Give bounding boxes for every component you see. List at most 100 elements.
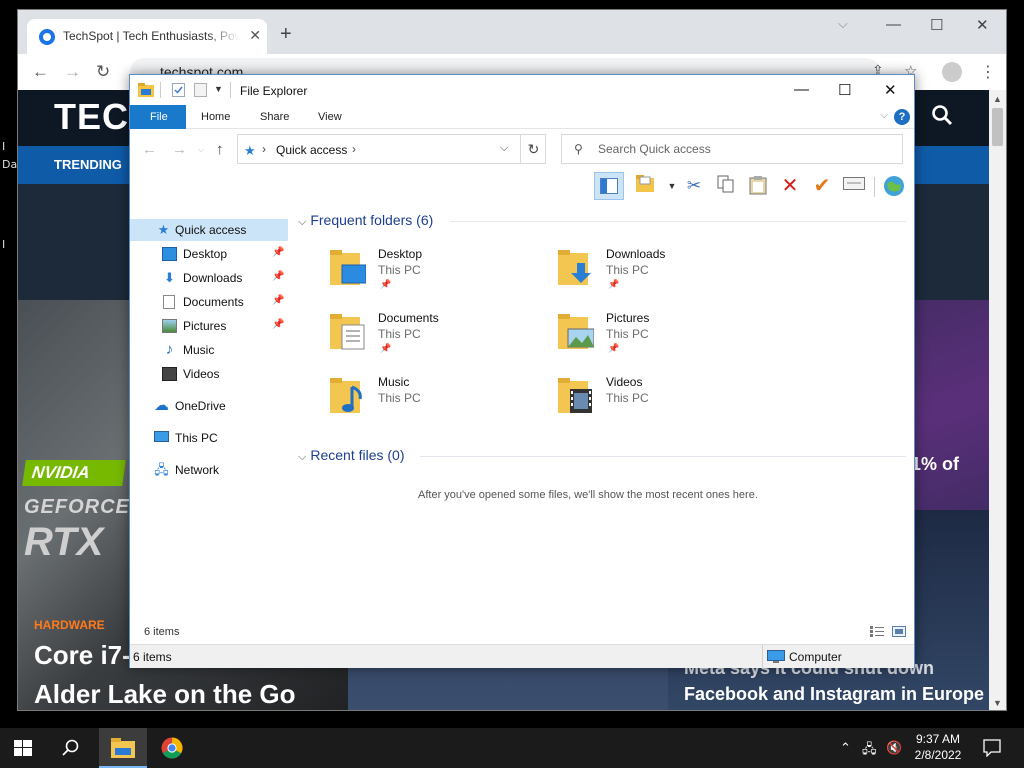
folder-tile-desktop[interactable]: Desktop This PC 📌: [330, 245, 550, 301]
frequent-folders-header[interactable]: ⌵ Frequent folders (6): [298, 212, 433, 229]
tab-view[interactable]: View: [318, 111, 342, 123]
close-window-icon[interactable]: ✕: [976, 16, 989, 34]
site-search-icon[interactable]: [931, 104, 953, 126]
minimize-icon[interactable]: —: [886, 16, 901, 33]
new-folder-icon[interactable]: [194, 83, 207, 97]
sidebar-item-quick-access[interactable]: ★ Quick access: [130, 219, 288, 241]
address-dropdown-icon[interactable]: ⌵: [500, 142, 508, 155]
new-item-icon[interactable]: [634, 175, 658, 197]
page-scrollbar[interactable]: ▲ ▼: [989, 90, 1006, 710]
folder-tile-documents[interactable]: Documents This PC 📌: [330, 309, 550, 365]
windows-start-icon[interactable]: [14, 740, 32, 756]
sidebar-item-label: Downloads: [183, 271, 243, 285]
recent-files-header[interactable]: ⌵ Recent files (0): [298, 447, 405, 464]
videos-folder-icon: [558, 378, 592, 413]
recent-locations-icon[interactable]: ⌵: [198, 145, 204, 155]
article-headline-right-line2[interactable]: Facebook and Instagram in Europe: [684, 684, 984, 705]
nav-item-trending[interactable]: TRENDING: [54, 157, 122, 172]
sidebar-item-pictures[interactable]: Pictures 📌: [130, 315, 288, 337]
folder-tile-pictures[interactable]: Pictures This PC 📌: [558, 309, 778, 365]
paste-icon[interactable]: [746, 175, 770, 197]
tab-file[interactable]: File: [130, 105, 186, 129]
search-icon[interactable]: [62, 739, 80, 757]
new-item-dropdown-icon[interactable]: ▼: [660, 175, 684, 197]
pin-icon: 📌: [608, 343, 620, 353]
close-icon[interactable]: ✕: [884, 81, 897, 99]
show-hidden-icons-chevron-icon[interactable]: ⌃: [840, 740, 851, 756]
collapse-chevron-icon[interactable]: ⌵: [298, 216, 306, 228]
reload-icon[interactable]: ↻: [96, 62, 110, 82]
menu-dots-icon[interactable]: ⋮: [980, 62, 996, 82]
taskbar-chrome[interactable]: [150, 728, 194, 768]
explorer-titlebar[interactable]: ▼ File Explorer — ☐ ✕: [130, 75, 914, 105]
sidebar-item-videos[interactable]: Videos: [130, 363, 288, 385]
breadcrumb-chevron-icon[interactable]: ›: [262, 142, 266, 156]
close-tab-icon[interactable]: ✕: [249, 27, 261, 44]
article-headline-left[interactable]: Core i7-: [34, 640, 131, 671]
folder-app-icon: [138, 83, 154, 97]
pin-icon[interactable]: 📌: [272, 295, 284, 306]
article-category[interactable]: HARDWARE: [34, 618, 105, 632]
large-icons-view-icon[interactable]: [892, 626, 906, 637]
pin-icon[interactable]: 📌: [272, 247, 284, 258]
refresh-icon[interactable]: ↻: [520, 134, 546, 164]
copy-icon[interactable]: [714, 175, 738, 197]
properties-card-icon[interactable]: [842, 175, 866, 197]
address-bar[interactable]: ★ › Quick access › ⌵: [237, 134, 546, 164]
sidebar-item-this-pc[interactable]: This PC: [130, 427, 288, 449]
collapse-chevron-icon[interactable]: ⌵: [298, 451, 306, 463]
expand-ribbon-icon[interactable]: ⌵: [880, 110, 888, 121]
network-globe-icon[interactable]: [882, 175, 906, 197]
notifications-icon[interactable]: [983, 739, 1001, 757]
preview-pane-icon[interactable]: [594, 172, 624, 200]
forward-icon[interactable]: →: [64, 62, 81, 82]
sidebar-item-label: Music: [183, 343, 215, 357]
properties-icon[interactable]: [172, 83, 185, 97]
sidebar-item-documents[interactable]: Documents 📌: [130, 291, 288, 313]
taskbar-file-explorer[interactable]: [99, 728, 147, 768]
tab-home[interactable]: Home: [201, 111, 230, 123]
rename-check-icon[interactable]: ✔: [810, 175, 834, 197]
article-headline-left-line2[interactable]: Alder Lake on the Go: [34, 679, 296, 710]
tab-share[interactable]: Share: [260, 111, 289, 123]
pin-icon[interactable]: 📌: [272, 271, 284, 282]
sidebar-item-desktop[interactable]: Desktop 📌: [130, 243, 288, 265]
search-input[interactable]: [598, 141, 888, 157]
sidebar-item-onedrive[interactable]: ☁ OneDrive: [130, 395, 288, 417]
details-view-icon[interactable]: [870, 626, 884, 637]
cut-icon[interactable]: ✂: [682, 175, 706, 197]
new-tab-icon[interactable]: +: [280, 23, 292, 46]
folder-tile-videos[interactable]: Videos This PC: [558, 373, 778, 429]
sidebar-item-downloads[interactable]: ⬇ Downloads 📌: [130, 267, 288, 289]
system-clock[interactable]: 9:37 AM 2/8/2022: [908, 731, 968, 763]
forward-icon[interactable]: →: [172, 141, 187, 158]
status-location: Computer: [762, 645, 914, 669]
sidebar-item-network[interactable]: 🖧 Network: [130, 459, 288, 481]
breadcrumb-quick-access[interactable]: Quick access: [276, 143, 347, 157]
tab-search-icon[interactable]: ⌵: [838, 16, 848, 32]
breadcrumb-chevron-icon[interactable]: ›: [352, 142, 356, 156]
pin-icon[interactable]: 📌: [272, 319, 284, 330]
site-logo[interactable]: TEC: [54, 96, 129, 138]
back-icon[interactable]: ←: [142, 141, 157, 158]
up-icon[interactable]: ↑: [216, 141, 224, 158]
network-status-icon[interactable]: 🖧: [862, 740, 877, 762]
browser-tab[interactable]: TechSpot | Tech Enthusiasts, Power Users…: [27, 19, 267, 54]
delete-icon[interactable]: ✕: [778, 175, 802, 197]
scroll-thumb[interactable]: [992, 108, 1003, 146]
profile-avatar-icon[interactable]: [942, 62, 962, 82]
volume-muted-icon[interactable]: 🔇: [886, 740, 902, 756]
customize-toolbar-icon[interactable]: ▼: [214, 84, 223, 94]
folder-tile-downloads[interactable]: Downloads This PC 📌: [558, 245, 778, 301]
maximize-icon[interactable]: ☐: [838, 81, 851, 99]
folder-tile-music[interactable]: Music This PC: [330, 373, 550, 429]
sidebar-item-music[interactable]: ♪ Music: [130, 339, 288, 361]
help-icon[interactable]: ?: [894, 109, 910, 125]
scroll-up-icon[interactable]: ▲: [993, 94, 1002, 104]
back-icon[interactable]: ←: [32, 62, 49, 82]
maximize-icon[interactable]: ☐: [930, 16, 943, 34]
search-box[interactable]: ⚲: [561, 134, 903, 164]
minimize-icon[interactable]: —: [794, 81, 809, 98]
scroll-down-icon[interactable]: ▼: [993, 698, 1002, 708]
favicon-icon: [39, 29, 55, 45]
